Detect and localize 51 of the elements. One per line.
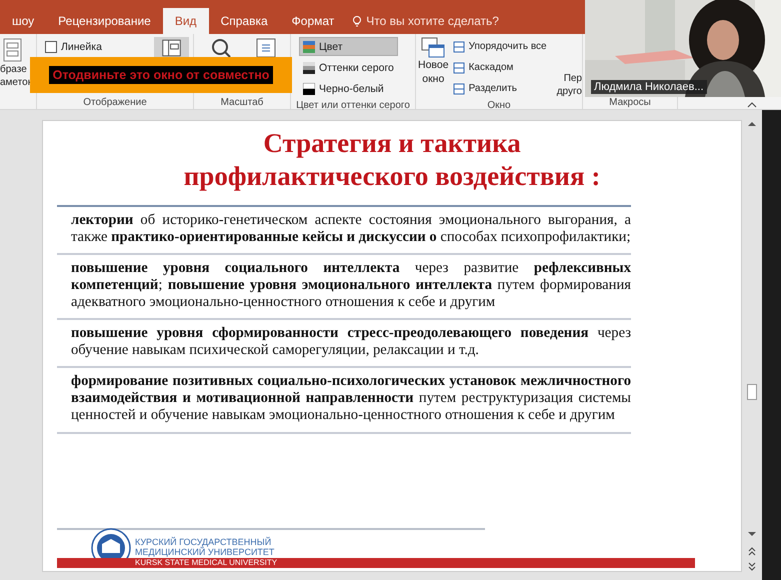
ribbon-tab[interactable]: Формат [280, 8, 346, 34]
layout-icon [154, 37, 189, 59]
color-option[interactable]: Цвет [299, 37, 398, 56]
slide-title: профилактического воздействия : [182, 160, 602, 193]
group-title: Отображение [82, 97, 148, 109]
bullet-paragraph: повышение уровня сформированности стресс-преодолевающего поведения через обучение навыкам психической саморегуляции, релаксации и т.д. [57, 320, 631, 368]
window-command[interactable]: Каскадом [452, 58, 548, 77]
bullet-paragraph: формирование позитивных социально-психологических установок межличностного взаимодействия и мотивационной направленности путем реструктуризация системы ценностей и обучение навыкам эмоционально-ценностного отношения к себе и другим [57, 368, 631, 434]
ribbon-tab[interactable]: Справка [208, 8, 280, 34]
fit-icon [254, 37, 278, 59]
checkbox[interactable] [45, 40, 57, 52]
window-icon [452, 40, 465, 52]
ribbon-tab[interactable]: Вид [162, 8, 209, 34]
window-icon [452, 82, 465, 94]
warning-text: Отодвиньте это окно от совместно [48, 66, 274, 84]
group-title: Окно [486, 100, 512, 112]
previous-slide-icon [747, 546, 758, 556]
window-command[interactable]: Упорядочить все [452, 37, 548, 56]
tell-me-field[interactable]: Что вы хотите сделать? [352, 8, 499, 34]
scroll-thumb [747, 384, 758, 400]
ribbon-label[interactable]: бразе [0, 63, 32, 76]
switch-window-label[interactable]: Пер [556, 72, 582, 85]
group-title: Масштаб [220, 97, 264, 109]
switch-window-label[interactable]: друго [556, 85, 582, 98]
next-slide-icon [747, 562, 758, 572]
windows-icon [421, 37, 446, 59]
ribbon-tab[interactable]: Рецензирование [46, 8, 163, 34]
color-swatch-icon [303, 62, 315, 74]
scroll-down-icon [747, 530, 758, 538]
magnifier-icon [210, 37, 232, 59]
window-command[interactable]: Разделить [452, 79, 548, 98]
new-window-label[interactable]: Новое [418, 59, 449, 73]
group-title: Цвет или оттенки серого [295, 100, 411, 112]
scroll-up-icon [747, 120, 758, 128]
color-option[interactable]: Черно-белый [299, 79, 398, 98]
university-name: МЕДИЦИНСКИЙ УНИВЕРСИТЕТ [135, 548, 276, 558]
window-icon [452, 62, 465, 74]
new-window-label[interactable]: окно [422, 72, 444, 86]
bullet-paragraph: лектории об историко-генетическом аспекте состояния эмоционального выгорания, а также практико-ориентированные кейсы и дискуссии о способах психопрофилактики; [57, 206, 631, 255]
university-name: КУРСКИЙ ГОСУДАРСТВЕННЫЙ [135, 538, 272, 548]
group-title: Макросы [608, 97, 652, 109]
color-option[interactable]: Оттенки серого [299, 58, 398, 77]
ruler-checkbox[interactable]: Линейка [41, 37, 106, 56]
collapse-icon [747, 101, 757, 109]
color-swatch-icon [303, 82, 315, 94]
bullet-paragraph: повышение уровня социального интеллекта через развитие рефлексивных компетенций; повышение уровня эмоционального интеллекта путем формирования адекватного эмоционально-ценностного отношения к себе и другим [57, 255, 631, 320]
university-name-english: KURSK STATE MEDICAL UNIVERSITY [135, 558, 278, 568]
slide-title: Стратегия и тактика [262, 127, 522, 160]
ribbon-tab[interactable]: шоу [0, 8, 46, 34]
color-swatch-icon [303, 40, 315, 52]
participant-name: Людмила Николаев... [591, 80, 707, 94]
